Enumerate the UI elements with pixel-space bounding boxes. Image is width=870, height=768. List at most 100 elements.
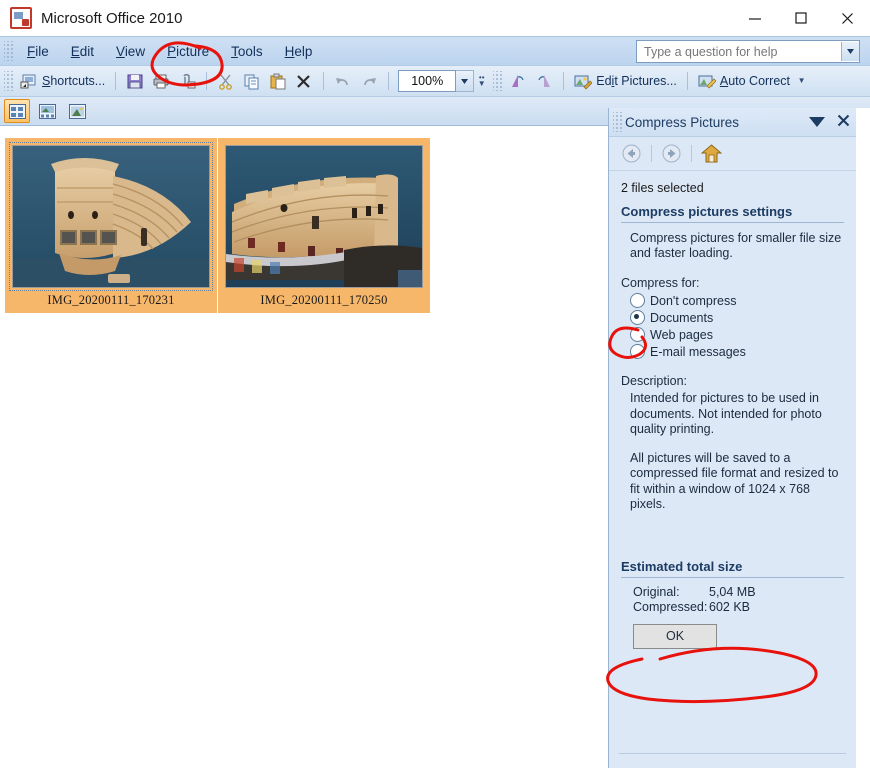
help-search-input[interactable] [637, 44, 841, 60]
edit-pictures-label: Edit Pictures... [596, 74, 677, 88]
thumbnail-item[interactable]: IMG_20200111_170231 [5, 138, 217, 313]
compressed-size-key: Compressed: [633, 600, 709, 614]
cut-button[interactable] [213, 69, 239, 93]
shortcuts-button[interactable]: Shortcuts... [16, 69, 109, 93]
description-paragraph-1: Intended for pictures to be used in docu… [630, 391, 844, 438]
thumbnail-label: IMG_20200111_170250 [258, 288, 389, 313]
menu-view[interactable]: View [105, 41, 156, 62]
zoom-value[interactable]: 100% [398, 70, 456, 92]
pane-right-filler [855, 108, 870, 768]
compress-for-label: Compress for: [621, 276, 844, 290]
close-icon[interactable] [837, 114, 850, 130]
forward-icon[interactable] [661, 143, 682, 164]
menu-grip-handle[interactable] [4, 41, 13, 61]
thumbnail-label: IMG_20200111_170231 [45, 288, 176, 313]
files-selected-status: 2 files selected [621, 181, 844, 195]
pane-bottom-divider [619, 753, 846, 754]
chevron-down-icon[interactable] [809, 115, 825, 130]
menu-picture[interactable]: Picture [156, 41, 220, 62]
toolbar-separator [563, 72, 564, 90]
maximize-button[interactable] [778, 0, 824, 36]
nav-separator [691, 145, 692, 162]
task-pane-header: Compress Pictures [609, 108, 856, 137]
description-label: Description: [621, 374, 844, 388]
original-size-value: 5,04 MB [709, 585, 756, 599]
compress-settings-heading: Compress pictures settings [621, 204, 844, 223]
home-icon[interactable] [701, 143, 722, 164]
menu-edit[interactable]: Edit [60, 41, 105, 62]
toolbar2-grip-handle[interactable] [493, 71, 502, 91]
radio-button-icon[interactable] [630, 344, 645, 359]
toolbar-separator [687, 72, 688, 90]
shortcuts-label: Shortcuts... [42, 74, 105, 88]
compress-settings-intro: Compress pictures for smaller file size … [630, 231, 844, 261]
compressed-size-value: 602 KB [709, 600, 750, 614]
task-pane-header-buttons [809, 108, 850, 136]
toolbar-separator [206, 72, 207, 90]
attach-button[interactable] [174, 69, 200, 93]
help-dropdown-icon[interactable] [841, 42, 859, 61]
redo-button[interactable] [356, 69, 382, 93]
picture-manager-icon [10, 7, 32, 29]
single-picture-view-button[interactable] [64, 99, 90, 123]
close-button[interactable] [824, 0, 870, 36]
original-size-row: Original: 5,04 MB [633, 585, 844, 599]
menu-bar: File Edit View Picture Tools Help [0, 37, 870, 66]
thumbnail-image [225, 145, 423, 288]
compressed-size-row: Compressed: 602 KB [633, 600, 844, 614]
radio-button-icon[interactable] [630, 327, 645, 342]
rotate-left-button[interactable] [505, 69, 531, 93]
radio-email-messages[interactable]: E-mail messages [630, 344, 844, 359]
task-pane-title: Compress Pictures [625, 115, 739, 130]
compress-pictures-task-pane: Compress Pictures [608, 108, 856, 768]
radio-label: Web pages [650, 328, 713, 342]
window-controls [732, 0, 870, 36]
radio-button-icon-selected[interactable] [630, 310, 645, 325]
undo-button[interactable] [330, 69, 356, 93]
toolbar-separator [115, 72, 116, 90]
radio-documents[interactable]: Documents [630, 310, 844, 325]
menu-file[interactable]: File [16, 41, 60, 62]
print-button[interactable] [148, 69, 174, 93]
thumbnail-item[interactable]: IMG_20200111_170250 [218, 138, 430, 313]
edit-pictures-button[interactable]: Edit Pictures... [570, 69, 681, 93]
radio-dont-compress[interactable]: Don't compress [630, 293, 844, 308]
toolbar-grip-handle[interactable] [4, 71, 13, 91]
task-pane-body: 2 files selected Compress pictures setti… [609, 171, 856, 649]
task-pane-grip-handle[interactable] [613, 112, 622, 132]
paste-button[interactable] [265, 69, 291, 93]
toolbar-overflow-button[interactable]: ••▼ [476, 70, 487, 92]
radio-label: Don't compress [650, 294, 736, 308]
standard-toolbar: Shortcuts... [0, 66, 870, 97]
auto-correct-label: Auto Correct [720, 74, 790, 88]
copy-button[interactable] [239, 69, 265, 93]
radio-label: Documents [650, 311, 713, 325]
nav-separator [651, 145, 652, 162]
radio-label: E-mail messages [650, 345, 746, 359]
filmstrip-view-button[interactable] [34, 99, 60, 123]
description-paragraph-2: All pictures will be saved to a compress… [630, 451, 844, 513]
radio-web-pages[interactable]: Web pages [630, 327, 844, 342]
delete-button[interactable] [291, 69, 317, 93]
radio-button-icon[interactable] [630, 293, 645, 308]
auto-correct-button[interactable]: Auto Correct [694, 69, 794, 93]
help-search-box[interactable] [636, 40, 860, 63]
original-size-key: Original: [633, 585, 709, 599]
save-button[interactable] [122, 69, 148, 93]
title-bar: Microsoft Office 2010 [0, 0, 870, 37]
rotate-right-button[interactable] [531, 69, 557, 93]
picture-manager-window: Microsoft Office 2010 File Edit View Pic… [0, 0, 870, 768]
ok-button[interactable]: OK [633, 624, 717, 649]
menu-help[interactable]: Help [274, 41, 324, 62]
zoom-dropdown-icon[interactable] [456, 70, 474, 92]
toolbar2-overflow-button[interactable]: ▼ [796, 70, 807, 92]
thumbnail-image [12, 145, 210, 288]
window-title: Microsoft Office 2010 [41, 10, 182, 27]
task-pane-nav [609, 137, 856, 171]
back-icon[interactable] [621, 143, 642, 164]
minimize-button[interactable] [732, 0, 778, 36]
thumbnail-view-button[interactable] [4, 99, 30, 123]
description-text: Intended for pictures to be used in docu… [630, 391, 844, 513]
menu-tools[interactable]: Tools [220, 41, 274, 62]
toolbar-separator [323, 72, 324, 90]
